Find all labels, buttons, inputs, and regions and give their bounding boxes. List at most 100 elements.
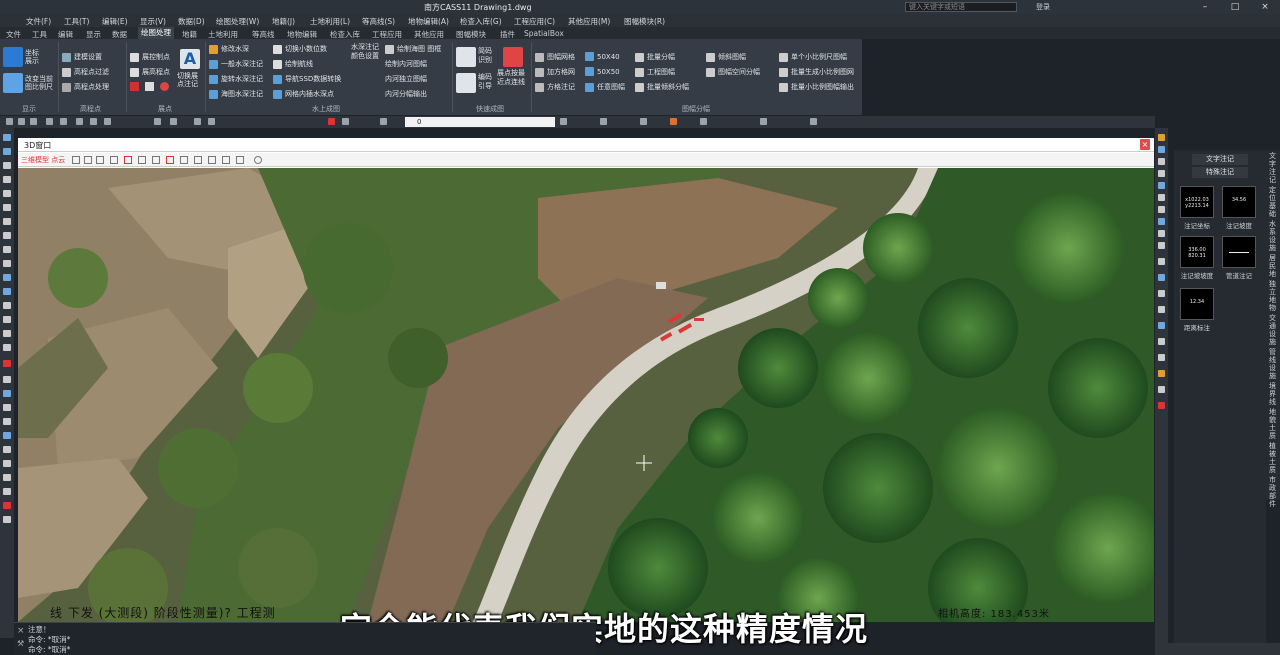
frame-item[interactable]: 批量倾斜分幅: [635, 82, 689, 92]
vertical-tab[interactable]: 地貌土质: [1269, 408, 1277, 440]
tool-icon[interactable]: [3, 516, 11, 523]
plot-elevation-button[interactable]: 展高程点: [130, 67, 170, 77]
tool-icon[interactable]: [1158, 218, 1165, 225]
menu-item[interactable]: 显示(V): [140, 16, 166, 27]
tool-icon[interactable]: [1158, 182, 1165, 189]
code-guide-button[interactable]: 编码引导: [478, 73, 496, 91]
change-scale-button[interactable]: 改变当前图比例尺: [25, 75, 57, 91]
spline-icon[interactable]: [3, 218, 11, 225]
vertical-tab[interactable]: 市政部件: [1269, 476, 1277, 508]
insert-icon[interactable]: [3, 246, 11, 253]
tool-icon[interactable]: [3, 418, 11, 425]
menu-item[interactable]: 数据(D): [178, 16, 205, 27]
ribbon-tab-active[interactable]: 绘图处理: [138, 27, 174, 39]
tool-icon[interactable]: [1158, 206, 1165, 213]
tool-icon[interactable]: [1158, 386, 1165, 393]
model-mode-label[interactable]: 三维模型 点云: [21, 155, 65, 165]
palette-tab-text-note[interactable]: 文字注记: [1192, 154, 1248, 165]
code-recognize-button[interactable]: 简码识别: [478, 47, 496, 65]
polyline-icon[interactable]: [3, 148, 11, 155]
plot-control-button[interactable]: 展控制点: [130, 52, 170, 62]
tool-icon[interactable]: [194, 156, 202, 164]
zoom-icon[interactable]: [208, 118, 215, 125]
menu-item[interactable]: 工程应用(C): [514, 16, 555, 27]
tool-icon[interactable]: [222, 156, 230, 164]
arc-icon[interactable]: [3, 190, 11, 197]
frame-item[interactable]: 任意图幅: [585, 82, 625, 92]
water-item[interactable]: 网格内插水深点: [273, 89, 334, 99]
code-guide-icon[interactable]: [456, 73, 476, 93]
view-icon[interactable]: [72, 156, 80, 164]
vertical-tab[interactable]: 水系设施: [1269, 220, 1277, 252]
tool-icon[interactable]: [3, 502, 11, 509]
tool-icon[interactable]: [700, 118, 707, 125]
undo-icon[interactable]: [154, 118, 161, 125]
command-line[interactable]: × ⚒ 注意！ 命令: *取消* 命令: *取消*: [14, 622, 596, 655]
preview-icon[interactable]: [60, 118, 67, 125]
close-icon[interactable]: ×: [17, 626, 25, 636]
frame-item[interactable]: 50X50: [585, 67, 620, 76]
mtext-icon[interactable]: [3, 344, 11, 351]
frame-item[interactable]: 批量生成小比例图网: [779, 67, 854, 77]
cut-icon[interactable]: [76, 118, 83, 125]
frame-item[interactable]: 单个小比例尺图幅: [779, 52, 847, 62]
tool-icon[interactable]: [180, 156, 188, 164]
text-a-icon[interactable]: A: [180, 49, 200, 69]
water-item[interactable]: 切换小数位数: [273, 44, 327, 54]
tool-icon[interactable]: [3, 404, 11, 411]
palette-thumb-coordinate[interactable]: x1022.03 y2213.14: [1180, 186, 1214, 218]
tool-icon[interactable]: [1158, 354, 1165, 361]
tool-icon[interactable]: [1158, 290, 1165, 297]
block-icon[interactable]: [3, 260, 11, 267]
water-item[interactable]: 内河分幅输出: [385, 89, 427, 99]
circle-tool-icon[interactable]: [160, 82, 169, 91]
minimize-icon[interactable]: –: [1190, 0, 1220, 14]
tool-icon[interactable]: [760, 118, 767, 125]
ellipse-icon[interactable]: [3, 232, 11, 239]
scale-icon[interactable]: [3, 73, 23, 93]
tool-icon[interactable]: [1158, 230, 1165, 237]
vertical-tab[interactable]: 定位基础: [1269, 186, 1277, 218]
open-icon[interactable]: [18, 118, 25, 125]
view-icon[interactable]: [84, 156, 92, 164]
hatch-icon[interactable]: [3, 288, 11, 295]
nearest-connect-button[interactable]: 展点按最近点连线: [497, 69, 529, 87]
rectangle-icon[interactable]: [3, 176, 11, 183]
water-item[interactable]: 绘制海图 图框: [385, 44, 441, 54]
save-icon[interactable]: [30, 118, 37, 125]
frame-item[interactable]: 50X40: [585, 52, 620, 61]
tool-icon[interactable]: [3, 390, 11, 397]
water-item[interactable]: 绘制航线: [273, 59, 313, 69]
tool-icon[interactable]: [3, 376, 11, 383]
measure-icon[interactable]: [124, 156, 132, 164]
vertical-tab[interactable]: 植被土质: [1269, 442, 1277, 474]
frame-item[interactable]: 加方格网: [535, 67, 575, 77]
3d-icon[interactable]: [328, 118, 335, 125]
frame-item[interactable]: 批量分幅: [635, 52, 675, 62]
frame-item[interactable]: 图幅网格: [535, 52, 575, 62]
close-icon[interactable]: ×: [1140, 139, 1150, 150]
model-settings-button[interactable]: 建模设置: [62, 52, 102, 62]
tool-icon[interactable]: [1158, 194, 1165, 201]
gear-icon[interactable]: [254, 156, 262, 164]
water-item[interactable]: 旋转水深注记: [209, 74, 263, 84]
image-icon[interactable]: [110, 156, 118, 164]
water-item[interactable]: 导航SSD数据转换: [273, 74, 341, 84]
login-link[interactable]: 登录: [1036, 2, 1050, 12]
aerial-3d-scene[interactable]: 线 下发 (大测段) 阶段性测量)? 工程测 相机高度: 183.453米: [18, 168, 1154, 622]
view-icon[interactable]: [96, 156, 104, 164]
tool-icon[interactable]: [3, 446, 11, 453]
search-input[interactable]: 键入关键字或短语: [905, 2, 1017, 12]
water-item[interactable]: 内河独立图幅: [385, 74, 427, 84]
red-tool-icon[interactable]: [130, 82, 139, 91]
close-icon[interactable]: ×: [1250, 0, 1280, 14]
switch-plot-note-button[interactable]: 切换展点注记: [177, 72, 203, 88]
elevation-process-button[interactable]: 高程点处理: [62, 82, 109, 92]
palette-thumb-slope[interactable]: 34.56: [1222, 186, 1256, 218]
new-icon[interactable]: [6, 118, 13, 125]
connect-icon[interactable]: [503, 47, 523, 67]
tool-icon[interactable]: [3, 488, 11, 495]
region-icon[interactable]: [3, 316, 11, 323]
vertical-tab[interactable]: 居民地: [1269, 254, 1277, 278]
red-tool-icon[interactable]: [3, 360, 11, 367]
